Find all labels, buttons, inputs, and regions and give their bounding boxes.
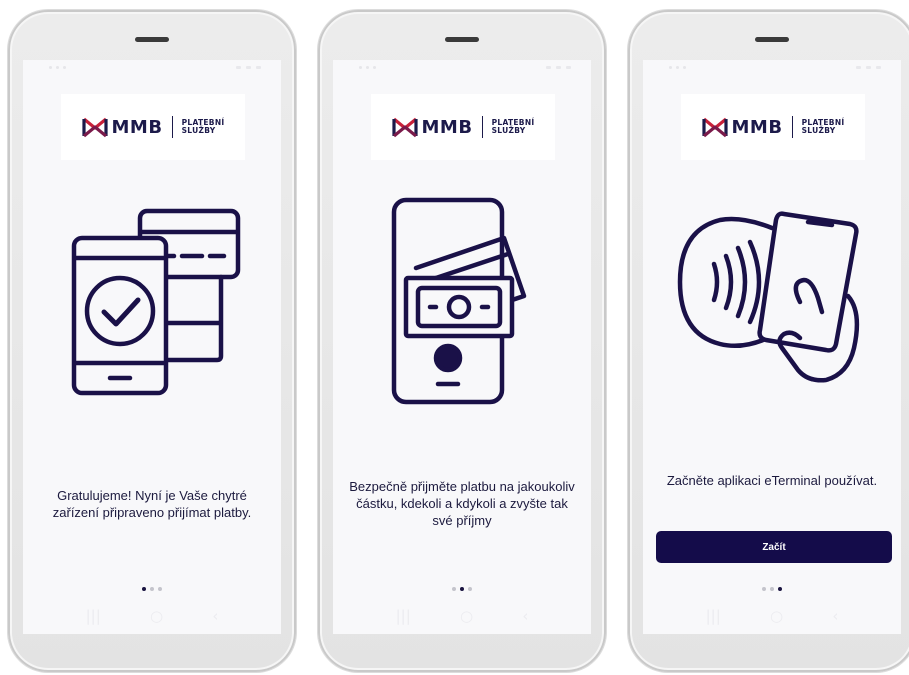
start-button[interactable]: Začít (656, 531, 892, 563)
brand-name: MMB (421, 116, 473, 138)
back-button[interactable]: ‹ (832, 607, 838, 625)
page-indicator (643, 587, 901, 591)
mmb-mark-icon (391, 116, 418, 138)
page-dot-1[interactable] (142, 587, 146, 591)
mmb-mark-icon (81, 116, 108, 138)
phone-frame-1: MMB PLATEBNÍ SLUŽBY Gratulujeme! Nyní je… (8, 10, 296, 672)
logo-divider (481, 116, 483, 138)
recent-apps-button[interactable]: ||| (396, 607, 411, 625)
mmb-mark-icon (701, 116, 728, 138)
page-dot-1[interactable] (762, 587, 766, 591)
android-navbar: ||| ○ ‹ (333, 598, 591, 634)
brand-name: MMB (111, 116, 163, 138)
brand-subtitle-line2: SLUŽBY (491, 126, 526, 135)
phone-card-check-icon (23, 208, 281, 398)
brand-subtitle: PLATEBNÍ SLUŽBY (802, 119, 845, 135)
onboarding-message: Začněte aplikaci eTerminal používat. (666, 473, 878, 488)
android-navbar: ||| ○ ‹ (643, 598, 901, 634)
onboarding-message: Gratulujeme! Nyní je Vaše chytré zařízen… (52, 488, 252, 520)
page-dot-3[interactable] (158, 587, 162, 591)
status-bar-right (546, 66, 571, 69)
onboarding-screen-2: MMB PLATEBNÍ SLUŽBY Bezpečně přijměte pl… (333, 60, 591, 634)
contactless-hand-phone-icon (643, 202, 901, 387)
home-button[interactable]: ○ (150, 607, 163, 625)
logo-divider (171, 116, 173, 138)
status-bar-left (359, 66, 376, 69)
phone-banknote-icon (333, 196, 591, 406)
onboarding-message: Bezpečně přijměte platbu na jakoukoliv č… (349, 479, 575, 528)
speaker (445, 37, 479, 42)
brand-logo: MMB PLATEBNÍ SLUŽBY (61, 94, 245, 160)
onboarding-screen-3: MMB PLATEBNÍ SLUŽBY Začněte aplikaci eTe… (643, 60, 901, 634)
brand-subtitle-line2: SLUŽBY (181, 126, 216, 135)
recent-apps-button[interactable]: ||| (706, 607, 721, 625)
logo-divider (791, 116, 793, 138)
brand-subtitle: PLATEBNÍ SLUŽBY (182, 119, 225, 135)
brand-subtitle-line2: SLUŽBY (801, 126, 836, 135)
back-button[interactable]: ‹ (522, 607, 528, 625)
status-bar-right (856, 66, 881, 69)
onboarding-screen-1: MMB PLATEBNÍ SLUŽBY Gratulujeme! Nyní je… (23, 60, 281, 634)
status-bar-left (49, 66, 66, 69)
home-button[interactable]: ○ (460, 607, 473, 625)
recent-apps-button[interactable]: ||| (86, 607, 101, 625)
page-dot-2[interactable] (150, 587, 154, 591)
status-bar-right (236, 66, 261, 69)
android-navbar: ||| ○ ‹ (23, 598, 281, 634)
page-dot-1[interactable] (452, 587, 456, 591)
status-bar-left (669, 66, 686, 69)
brand-logo: MMB PLATEBNÍ SLUŽBY (371, 94, 555, 160)
brand-subtitle: PLATEBNÍ SLUŽBY (492, 119, 535, 135)
home-button[interactable]: ○ (770, 607, 783, 625)
brand-name: MMB (731, 116, 783, 138)
phone-frame-2: MMB PLATEBNÍ SLUŽBY Bezpečně přijměte pl… (318, 10, 606, 672)
speaker (755, 37, 789, 42)
speaker (135, 37, 169, 42)
page-indicator (333, 587, 591, 591)
back-button[interactable]: ‹ (212, 607, 218, 625)
page-dot-3[interactable] (778, 587, 782, 591)
page-dot-2[interactable] (770, 587, 774, 591)
page-indicator (23, 587, 281, 591)
page-dot-2[interactable] (460, 587, 464, 591)
brand-logo: MMB PLATEBNÍ SLUŽBY (681, 94, 865, 160)
phone-frame-3: MMB PLATEBNÍ SLUŽBY Začněte aplikaci eTe… (628, 10, 909, 672)
page-dot-3[interactable] (468, 587, 472, 591)
